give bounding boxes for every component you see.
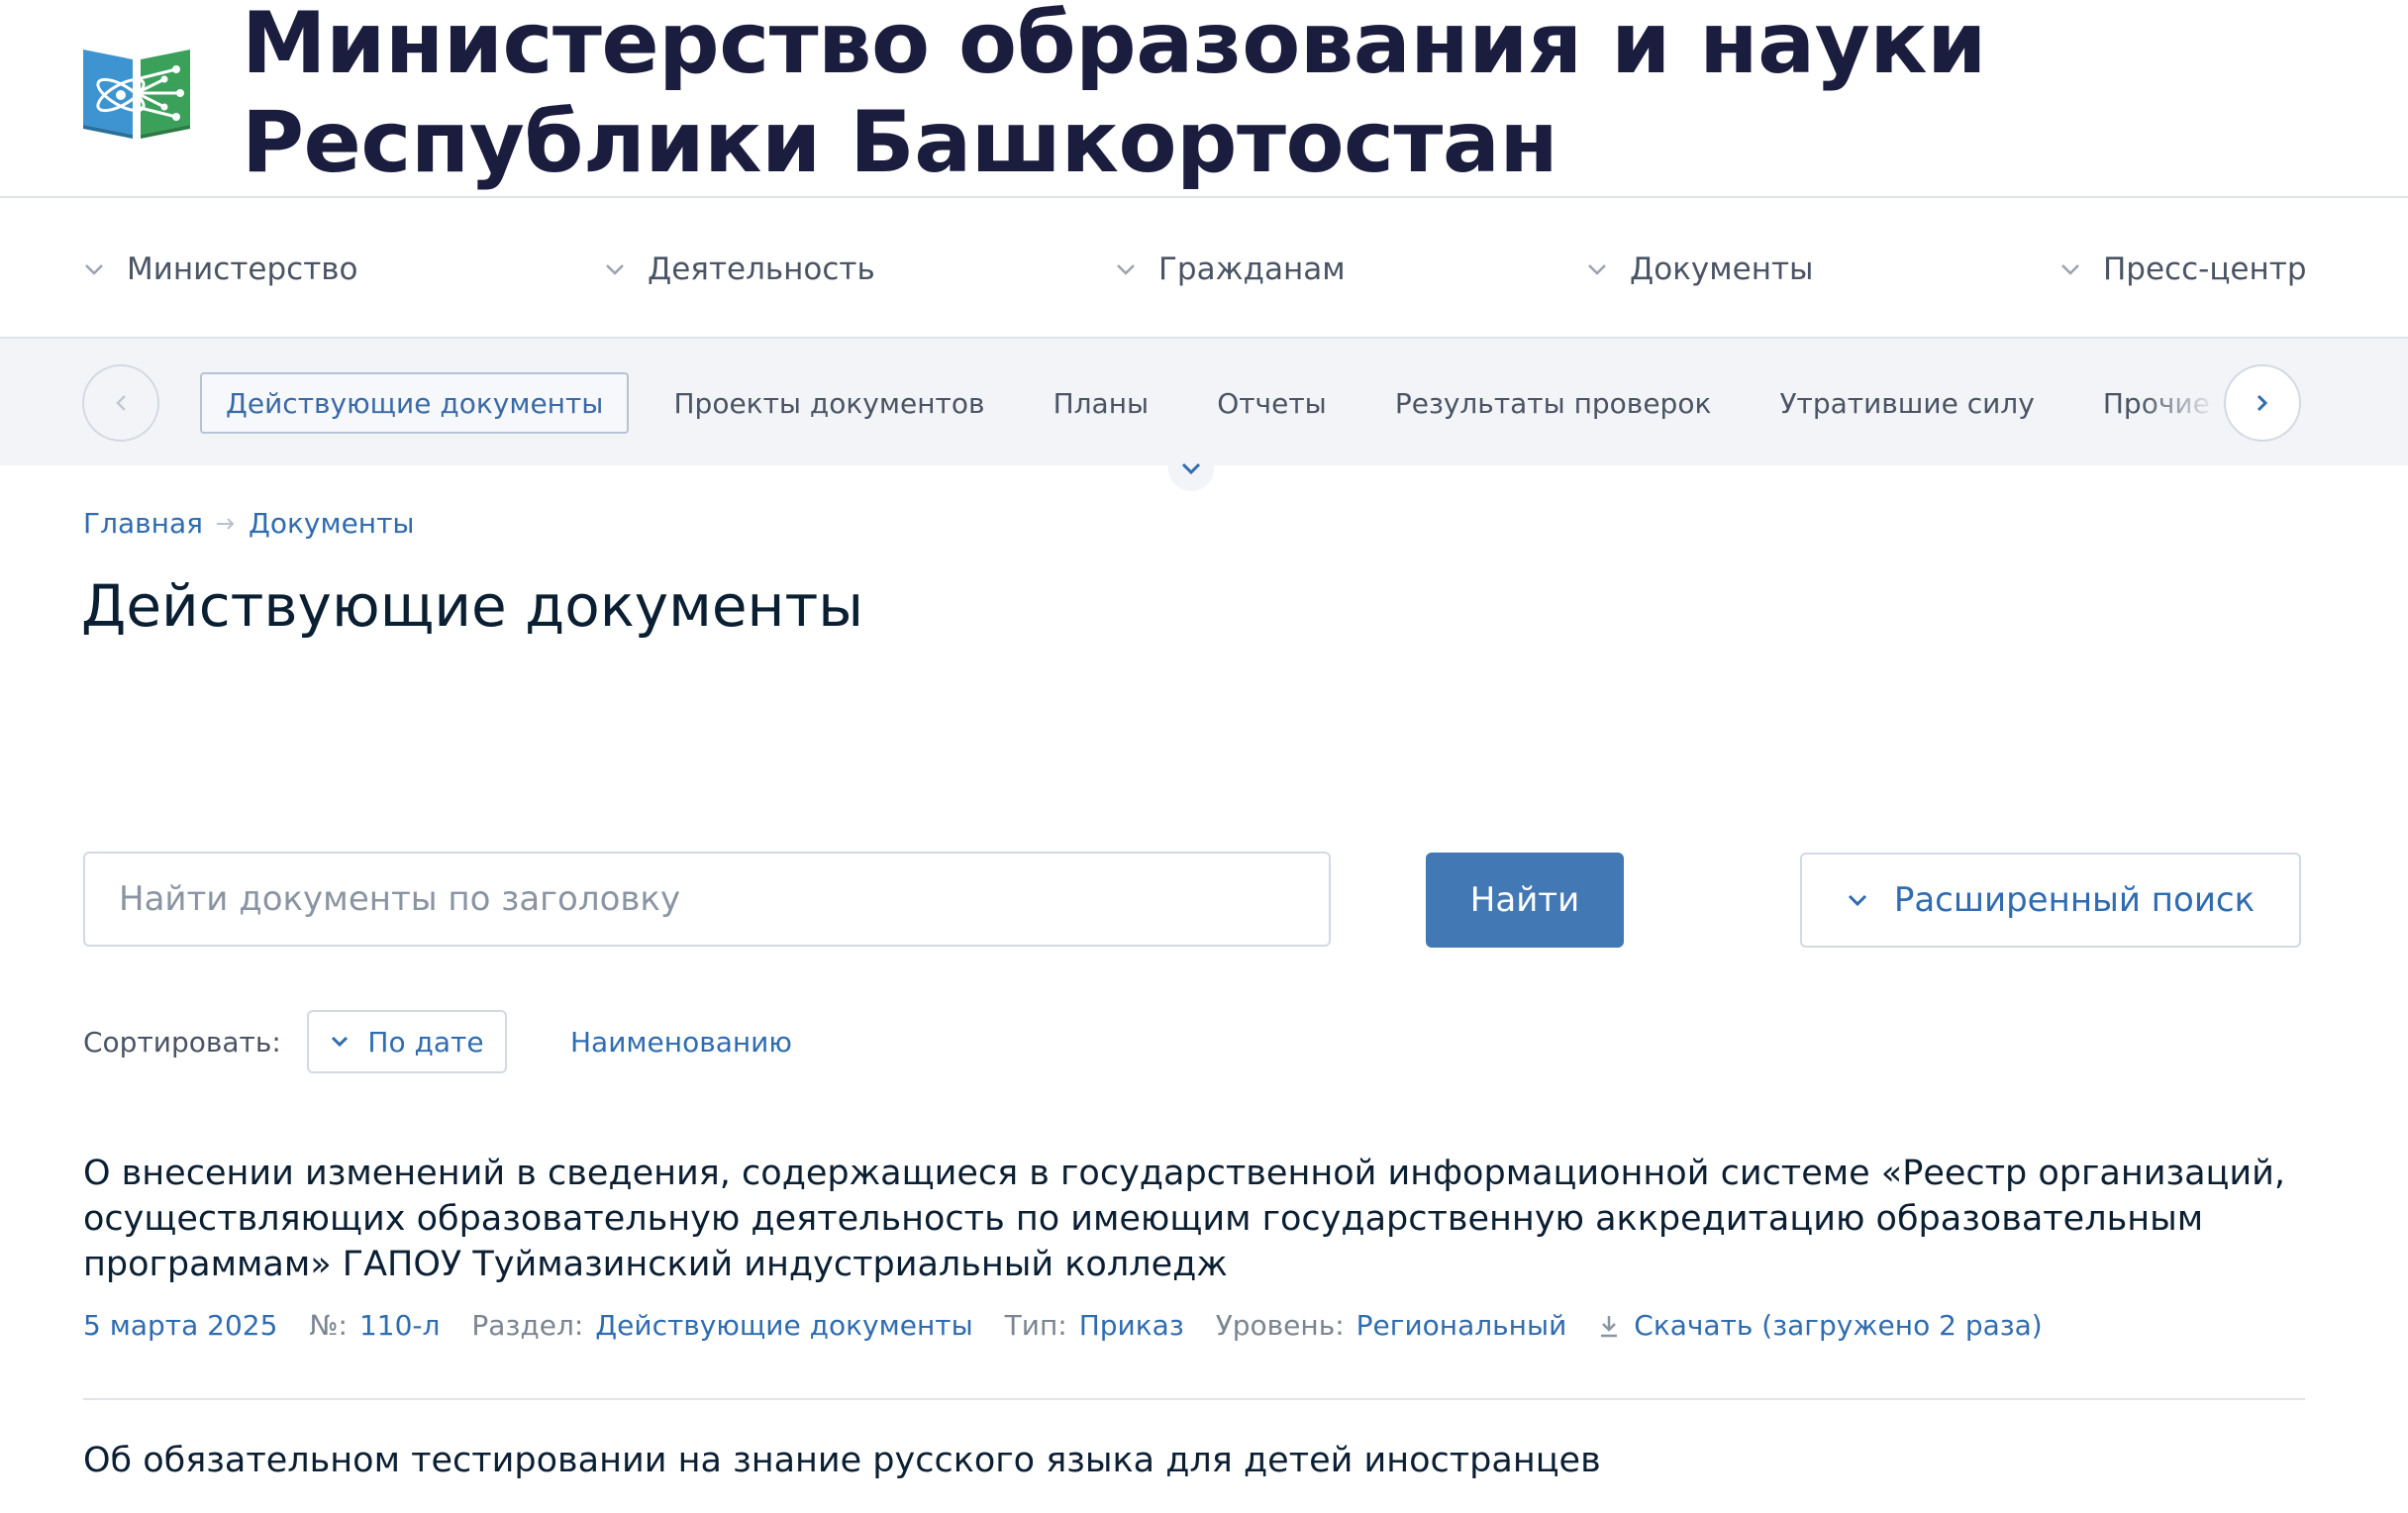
document-date: 5 марта 2025	[83, 1309, 278, 1342]
document-download-link[interactable]: Скачать (загружено 2 раза)	[1598, 1309, 2043, 1342]
ministry-logo-icon[interactable]	[81, 44, 192, 139]
nav-item-label: Деятельность	[648, 252, 875, 287]
arrow-right-icon	[216, 517, 235, 530]
sub-nav-prev-button[interactable]	[82, 364, 159, 442]
document-divider	[83, 1398, 2305, 1400]
document-section-label: Раздел:	[471, 1309, 584, 1342]
document-number-label: №:	[309, 1309, 348, 1342]
site-title[interactable]: Министерство образования и науки Республ…	[242, 0, 2123, 192]
breadcrumb-home[interactable]: Главная	[83, 507, 203, 540]
nav-item-label: Документы	[1630, 252, 1814, 287]
chevron-down-icon	[1117, 264, 1135, 275]
tab-current-documents[interactable]: Действующие документы	[200, 372, 630, 434]
document-level-label: Уровень:	[1215, 1309, 1345, 1342]
document-meta: 5 марта 2025 №: 110-л Раздел: Действующи…	[83, 1309, 2305, 1342]
document-number: 110-л	[358, 1309, 441, 1342]
tab-plans[interactable]: Планы	[1030, 372, 1173, 434]
sub-nav: Действующие документы Проекты документов…	[0, 339, 2408, 465]
sub-nav-tabs: Действующие документы Проекты документов…	[200, 372, 2212, 434]
nav-item-label: Гражданам	[1158, 252, 1346, 287]
tab-expired[interactable]: Утратившие силу	[1756, 372, 2057, 434]
page-title: Действующие документы	[81, 572, 864, 640]
site-title-line1: Министерство образования и науки	[242, 0, 1986, 93]
tab-inspection-results[interactable]: Результаты проверок	[1371, 372, 1736, 434]
document-download-label: Скачать (загружено 2 раза)	[1634, 1309, 2043, 1342]
tab-draft-documents[interactable]: Проекты документов	[650, 372, 1008, 434]
sort-by-date-label: По дате	[367, 1025, 484, 1059]
tab-reports[interactable]: Отчеты	[1193, 372, 1351, 434]
chevron-left-icon	[116, 395, 126, 411]
chevron-right-icon	[2257, 394, 2268, 412]
nav-item-activity[interactable]: Деятельность	[604, 248, 875, 291]
sort-by-date-button[interactable]: По дате	[307, 1010, 507, 1073]
document-title[interactable]: О внесении изменений в сведения, содержа…	[83, 1151, 2305, 1287]
chevron-down-icon	[1588, 264, 1606, 275]
document-type-label: Тип:	[1004, 1309, 1067, 1342]
sub-nav-next-button[interactable]	[2224, 364, 2301, 442]
nav-item-ministry[interactable]: Министерство	[83, 248, 358, 291]
nav-item-documents[interactable]: Документы	[1586, 248, 1814, 291]
download-icon	[1601, 1315, 1618, 1337]
find-button[interactable]: Найти	[1426, 853, 1624, 948]
site-header: Министерство образования и науки Республ…	[0, 0, 2408, 198]
nav-item-citizens[interactable]: Гражданам	[1115, 248, 1346, 291]
document-level-link[interactable]: Региональный	[1356, 1309, 1567, 1342]
site-title-line2: Республики Башкортостан	[242, 93, 1558, 192]
sub-nav-expand-button[interactable]	[1168, 446, 1214, 491]
sort-label: Сортировать:	[83, 1026, 281, 1059]
sub-nav-fade	[2139, 372, 2218, 434]
advanced-search-label: Расширенный поиск	[1893, 880, 2256, 920]
chevron-down-icon	[1181, 462, 1201, 475]
chevron-down-icon	[332, 1036, 349, 1048]
breadcrumb: Главная Документы	[83, 507, 415, 540]
chevron-down-icon	[1848, 894, 1866, 907]
breadcrumb-documents[interactable]: Документы	[249, 507, 415, 540]
sort-by-name-link[interactable]: Наименованию	[570, 1026, 792, 1059]
document-title[interactable]: Об обязательном тестировании на знание р…	[83, 1438, 2305, 1483]
chevron-down-icon	[606, 264, 624, 275]
document-section-link[interactable]: Действующие документы	[595, 1309, 972, 1342]
nav-item-label: Министерство	[127, 252, 358, 287]
chevron-down-icon	[2061, 264, 2079, 275]
document-item: О внесении изменений в сведения, содержа…	[83, 1151, 2305, 1342]
nav-item-label: Пресс-центр	[2103, 252, 2307, 287]
search-input[interactable]	[83, 852, 1331, 947]
nav-item-press-center[interactable]: Пресс-центр	[2059, 248, 2307, 291]
document-type-link[interactable]: Приказ	[1079, 1309, 1184, 1342]
chevron-down-icon	[85, 264, 103, 275]
document-item: Об обязательном тестировании на знание р…	[83, 1438, 2305, 1483]
advanced-search-button[interactable]: Расширенный поиск	[1800, 853, 2301, 948]
main-nav: Министерство Деятельность Гражданам Доку…	[0, 198, 2408, 339]
